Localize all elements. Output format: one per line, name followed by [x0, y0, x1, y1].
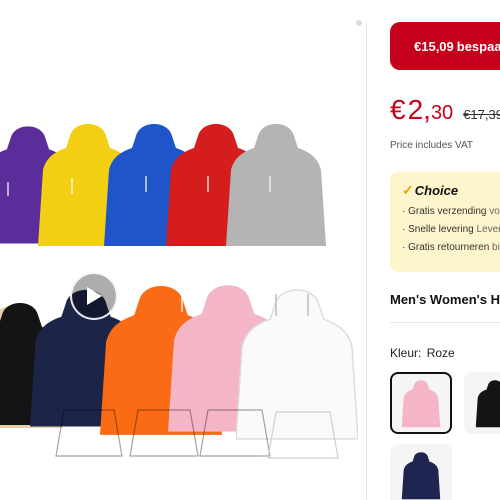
price-currency: €: [390, 94, 406, 125]
selected-color-name: Roze: [426, 346, 455, 360]
choice-benefits-box[interactable]: ✓ Choice · Gratis verzending voor · Snel…: [390, 172, 500, 272]
savings-banner: €15,09 bespaard (: [390, 22, 500, 70]
navy-hoodie-thumbnail: [401, 452, 441, 500]
price-decimal: 30: [430, 102, 454, 124]
price-integer: 2,: [407, 94, 431, 125]
color-label: Kleur: Roze: [390, 346, 455, 360]
choice-item-delivery: · Snelle levering Leverin: [402, 224, 500, 235]
color-swatch-pink[interactable]: [390, 372, 452, 434]
play-video-button[interactable]: [70, 272, 118, 320]
savings-amount: €15,09: [414, 38, 454, 54]
original-price: €17,39: [463, 107, 500, 122]
choice-heading: ✓ Choice: [402, 182, 500, 199]
product-image-gallery[interactable]: [0, 0, 368, 500]
choice-item-returns: · Gratis retourneren bin: [402, 242, 500, 253]
product-title: Men's Women's Hoodi: [390, 292, 500, 307]
gallery-indicator: [356, 20, 362, 26]
color-swatch-navy[interactable]: [390, 444, 452, 500]
pink-hoodie-thumbnail: [401, 380, 441, 428]
color-label-text: Kleur:: [390, 346, 422, 360]
check-icon: ✓: [402, 182, 414, 198]
main-product-image[interactable]: [0, 0, 368, 500]
play-icon: [87, 287, 102, 305]
black-hoodie-thumbnail: [475, 380, 500, 428]
choice-item-shipping: · Gratis verzending voor: [402, 206, 500, 217]
color-swatch-black[interactable]: [464, 372, 500, 434]
price-row: € 2, 30 €17,39: [390, 94, 500, 126]
divider: [390, 322, 500, 323]
choice-title: Choice: [414, 183, 459, 198]
savings-label: bespaard (: [456, 38, 500, 54]
vat-note: Price includes VAT: [390, 140, 473, 151]
product-info-panel: €15,09 bespaard ( € 2, 30 €17,39 Price i…: [380, 0, 500, 500]
gallery-divider: [366, 20, 367, 500]
